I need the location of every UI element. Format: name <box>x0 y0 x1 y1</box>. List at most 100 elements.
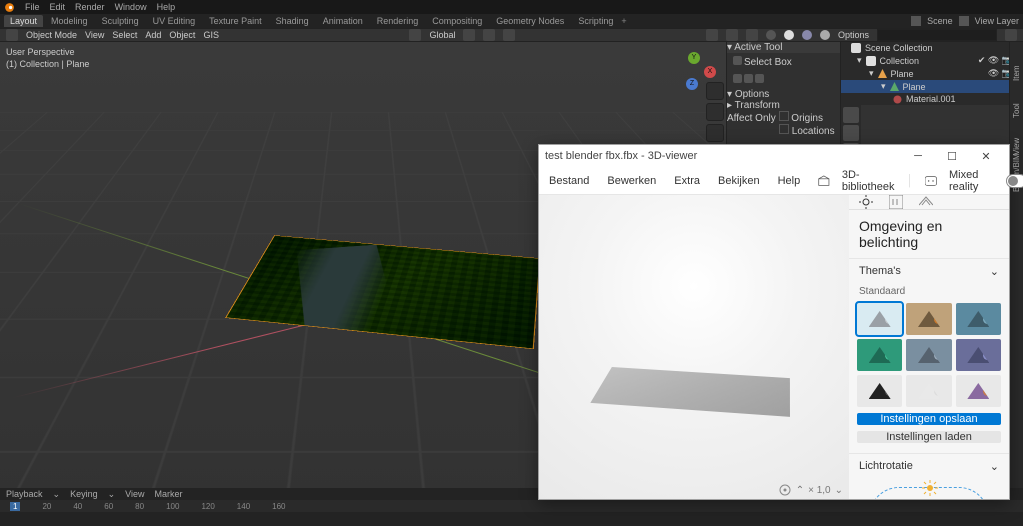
zoom-readout[interactable]: ⌃ × 1,0 ⌄ <box>778 483 843 497</box>
pivot-icon[interactable] <box>463 29 475 41</box>
viewer-window[interactable]: test blender fbx.fbx - 3D-viewer ─ ☐ ✕ B… <box>538 144 1010 500</box>
gizmo-toggle-icon[interactable] <box>706 29 718 41</box>
xray-icon[interactable] <box>746 29 758 41</box>
gizmo-y[interactable]: Y <box>688 52 700 64</box>
filter-icon[interactable] <box>1005 29 1017 41</box>
lightrot-accordion[interactable]: Lichtrotatie⌄ <box>849 453 1009 479</box>
nav-pan-icon[interactable] <box>706 103 724 121</box>
viewer-plane[interactable] <box>590 367 790 417</box>
proportional-icon[interactable] <box>503 29 515 41</box>
snap-icon[interactable] <box>483 29 495 41</box>
vmenu-view[interactable]: Bekijken <box>718 175 760 187</box>
theme-swatch-8[interactable] <box>956 375 1001 407</box>
playhead[interactable]: 1 <box>10 502 20 511</box>
gizmo-x[interactable]: X <box>704 66 716 78</box>
viewer-titlebar[interactable]: test blender fbx.fbx - 3D-viewer ─ ☐ ✕ <box>539 145 1009 167</box>
hmenu-view[interactable]: View <box>85 30 104 40</box>
theme-swatch-2[interactable] <box>956 303 1001 335</box>
theme-swatch-5[interactable] <box>956 339 1001 371</box>
hmenu-object[interactable]: Object <box>169 30 195 40</box>
library-icon[interactable] <box>818 173 830 189</box>
chk-origins[interactable] <box>779 111 789 121</box>
shading-matprev-icon[interactable] <box>802 30 812 40</box>
viewport-overlay-text: User Perspective (1) Collection | Plane <box>6 46 89 70</box>
viewer-canvas[interactable]: ⌃ × 1,0 ⌄ <box>539 195 849 499</box>
mr-toggle[interactable] <box>1006 174 1023 188</box>
ptab-output[interactable] <box>843 125 859 141</box>
menu-file[interactable]: File <box>25 2 40 12</box>
vmenu-file[interactable]: Bestand <box>549 175 589 187</box>
tl-view[interactable]: View <box>125 489 144 499</box>
outliner[interactable]: Scene Collection ▾ Collection✔ 👁 📷 ▾ Pla… <box>841 42 1023 105</box>
maximize-button[interactable]: ☐ <box>935 145 969 167</box>
mr-icon <box>925 175 937 187</box>
nav-camera-icon[interactable] <box>706 124 724 142</box>
theme-swatch-6[interactable] <box>857 375 902 407</box>
ptab-render[interactable] <box>843 107 859 123</box>
outliner-search-input[interactable] <box>877 29 997 41</box>
sun-icon[interactable] <box>922 480 938 496</box>
options-dropdown[interactable]: Options <box>838 30 869 40</box>
n-transform[interactable]: Transform <box>735 100 780 111</box>
menu-window[interactable]: Window <box>115 2 147 12</box>
grid-tab-icon[interactable] <box>919 195 933 209</box>
object-mode[interactable]: Object Mode <box>26 30 77 40</box>
tab-compositing[interactable]: Compositing <box>426 15 488 27</box>
menu-help[interactable]: Help <box>157 2 176 12</box>
nav-zoom-icon[interactable] <box>706 82 724 100</box>
theme-swatches <box>849 303 1009 407</box>
shading-wire-icon[interactable] <box>766 30 776 40</box>
tab-animation[interactable]: Animation <box>317 15 369 27</box>
n-tab-item[interactable]: Item <box>1012 68 1021 81</box>
stats-tab-icon[interactable] <box>889 195 903 209</box>
scene-field[interactable]: Scene <box>927 16 953 26</box>
library-button[interactable]: 3D-bibliotheek <box>842 169 895 193</box>
tab-rendering[interactable]: Rendering <box>371 15 425 27</box>
theme-swatch-4[interactable] <box>906 339 951 371</box>
tab-sculpting[interactable]: Sculpting <box>96 15 145 27</box>
vmenu-edit[interactable]: Bewerken <box>607 175 656 187</box>
menu-edit[interactable]: Edit <box>50 2 66 12</box>
tool-header: Object Mode View Select Add Object GIS G… <box>0 28 1023 42</box>
viewlayer-field[interactable]: View Layer <box>975 16 1019 26</box>
orientation-icon[interactable] <box>409 29 421 41</box>
editor-type-icon[interactable] <box>6 29 18 41</box>
themes-accordion[interactable]: Thema's⌄ <box>849 258 1009 284</box>
tab-texpaint[interactable]: Texture Paint <box>203 15 268 27</box>
tab-layout[interactable]: Layout <box>4 15 43 27</box>
chk-locations[interactable] <box>779 124 789 134</box>
theme-swatch-7[interactable] <box>906 375 951 407</box>
lighting-tab-icon[interactable] <box>859 195 873 209</box>
tl-keying[interactable]: Keying <box>70 489 98 499</box>
vmenu-extra[interactable]: Extra <box>674 175 700 187</box>
theme-swatch-3[interactable] <box>857 339 902 371</box>
menu-render[interactable]: Render <box>75 2 105 12</box>
save-settings-button[interactable]: Instellingen opslaan <box>857 413 1001 425</box>
timeline-ruler[interactable]: 1 204060 80100120 140160 <box>0 500 1023 512</box>
settings-gear-icon[interactable] <box>778 483 792 497</box>
gizmo-z[interactable]: Z <box>686 78 698 90</box>
vmenu-help[interactable]: Help <box>778 175 801 187</box>
tab-modeling[interactable]: Modeling <box>45 15 94 27</box>
hmenu-gis[interactable]: GIS <box>203 30 219 40</box>
n-tab-tool[interactable]: Tool <box>1012 105 1021 118</box>
viewer-menubar: Bestand Bewerken Extra Bekijken Help 3D-… <box>539 167 1009 195</box>
load-settings-button[interactable]: Instellingen laden <box>857 431 1001 443</box>
light-arc[interactable] <box>869 487 989 499</box>
overlay-toggle-icon[interactable] <box>726 29 738 41</box>
tab-geonodes[interactable]: Geometry Nodes <box>490 15 570 27</box>
hmenu-add[interactable]: Add <box>145 30 161 40</box>
tab-scripting[interactable]: Scripting <box>572 15 619 27</box>
theme-swatch-0[interactable] <box>857 303 902 335</box>
hmenu-select[interactable]: Select <box>112 30 137 40</box>
orientation[interactable]: Global <box>429 30 455 40</box>
shading-rendered-icon[interactable] <box>820 30 830 40</box>
theme-swatch-1[interactable] <box>906 303 951 335</box>
close-button[interactable]: ✕ <box>969 145 1003 167</box>
minimize-button[interactable]: ─ <box>901 145 935 167</box>
tl-playback[interactable]: Playback <box>6 489 43 499</box>
tl-marker[interactable]: Marker <box>155 489 183 499</box>
tab-shading[interactable]: Shading <box>270 15 315 27</box>
shading-solid-icon[interactable] <box>784 30 794 40</box>
tab-uv[interactable]: UV Editing <box>147 15 202 27</box>
